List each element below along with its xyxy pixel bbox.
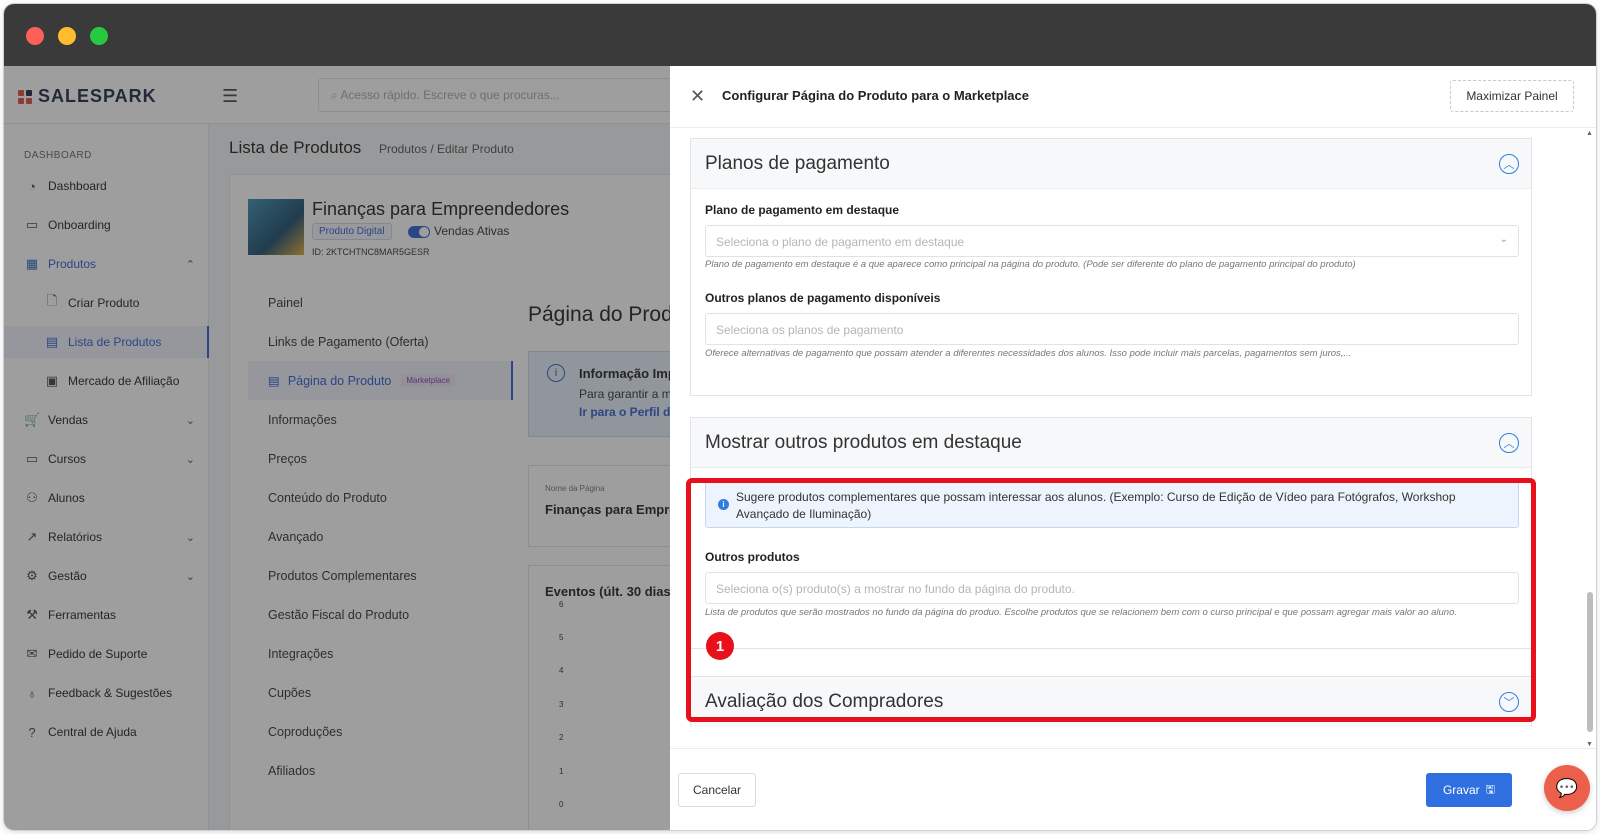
drawer-title: Configurar Página do Produto para o Mark… (722, 88, 1029, 103)
payment-plans-header[interactable]: Planos de pagamento ︿ (691, 139, 1531, 189)
chat-icon[interactable]: 💬 (1544, 765, 1590, 811)
scroll-thumb[interactable] (1587, 592, 1593, 732)
modal-backdrop[interactable] (4, 66, 670, 830)
save-label: Gravar (1442, 783, 1480, 797)
other-products-select[interactable]: Seleciona o(s) produto(s) a mostrar no f… (705, 572, 1519, 604)
scroll-up-icon[interactable]: ▲ (1586, 130, 1593, 137)
chevron-down-icon[interactable]: ﹀ (1499, 692, 1519, 712)
maximize-panel-button[interactable]: Maximizar Painel (1450, 80, 1574, 112)
close-icon[interactable]: ✕ (690, 86, 705, 107)
other-plans-help: Oferece alternativas de pagamento que po… (705, 348, 1352, 359)
save-icon: 🖫 (1485, 783, 1496, 796)
close-window-button[interactable] (26, 27, 44, 45)
featured-plan-placeholder: Seleciona o plano de pagamento em destaq… (716, 235, 965, 249)
panel-title: Planos de pagamento (705, 153, 890, 174)
chevron-up-icon[interactable]: ︿ (1499, 433, 1519, 453)
cancel-button[interactable]: Cancelar (678, 773, 756, 807)
featured-info-text: Sugere produtos complementares que possa… (736, 490, 1456, 521)
panel-title: Mostrar outros produtos em destaque (705, 432, 1022, 453)
other-products-label: Outros produtos (705, 550, 800, 564)
app-container: SALESPARK ☰ ⌕ Acesso rápido. Escreve o q… (4, 66, 1596, 830)
featured-plan-label: Plano de pagamento em destaque (705, 203, 900, 217)
panel-title: Avaliação dos Compradores (705, 691, 944, 712)
other-products-help: Lista de produtos que serão mostrados no… (705, 607, 1458, 618)
save-button[interactable]: Gravar 🖫 (1426, 773, 1512, 807)
drawer-scrollbar[interactable]: ▲ ▼ (1586, 130, 1594, 748)
featured-products-header[interactable]: Mostrar outros produtos em destaque ︿ (691, 418, 1531, 468)
buyer-reviews-header[interactable]: Avaliação dos Compradores ﹀ (691, 677, 1531, 727)
other-products-placeholder: Seleciona o(s) produto(s) a mostrar no f… (716, 582, 1075, 596)
app-window: SALESPARK ☰ ⌕ Acesso rápido. Escreve o q… (4, 4, 1596, 830)
other-plans-label: Outros planos de pagamento disponíveis (705, 291, 941, 305)
buyer-reviews-panel: Avaliação dos Compradores ﹀ (690, 676, 1532, 727)
payment-plans-panel: Planos de pagamento ︿ Plano de pagamento… (690, 138, 1532, 396)
featured-products-panel: Mostrar outros produtos em destaque ︿ i … (690, 417, 1532, 649)
step-number-badge: 1 (706, 632, 734, 660)
featured-info-box: i Sugere produtos complementares que pos… (705, 480, 1519, 528)
scroll-down-icon[interactable]: ▼ (1586, 741, 1593, 748)
minimize-window-button[interactable] (58, 27, 76, 45)
info-icon: i (718, 499, 729, 510)
chevron-up-icon[interactable]: ︿ (1499, 154, 1519, 174)
drawer-header: ✕ Configurar Página do Produto para o Ma… (670, 66, 1596, 128)
title-bar (4, 4, 1596, 66)
other-plans-select[interactable]: Seleciona os planos de pagamento (705, 313, 1519, 345)
config-drawer: ✕ Configurar Página do Produto para o Ma… (670, 66, 1596, 830)
chevron-down-icon: ⌄ (1499, 234, 1508, 245)
drawer-footer: Cancelar Gravar 🖫 💬 (670, 748, 1596, 830)
zoom-window-button[interactable] (90, 27, 108, 45)
drawer-body: Planos de pagamento ︿ Plano de pagamento… (670, 128, 1596, 748)
other-plans-placeholder: Seleciona os planos de pagamento (716, 323, 904, 337)
featured-plan-select[interactable]: Seleciona o plano de pagamento em destaq… (705, 225, 1519, 257)
featured-plan-help: Plano de pagamento em destaque é a que a… (705, 259, 1356, 270)
